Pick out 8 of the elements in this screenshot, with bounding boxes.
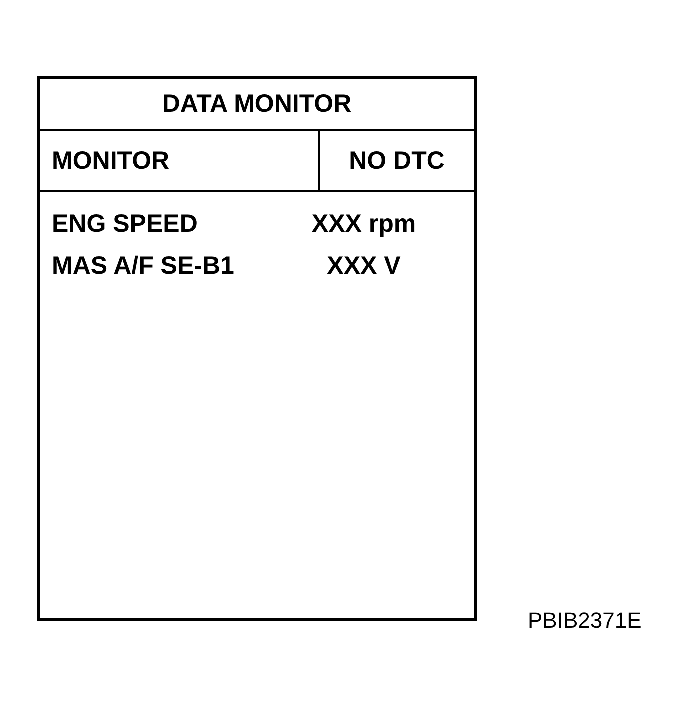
screen-title: DATA MONITOR (162, 89, 352, 119)
mode-label: MONITOR (52, 146, 170, 176)
item-name: MAS A/F SE-B1 (52, 251, 236, 281)
item-name: ENG SPEED (52, 209, 199, 239)
item-value: XXX V (327, 251, 401, 281)
item-value: XXX rpm (312, 209, 416, 239)
status-label: NO DTC (349, 146, 445, 176)
figure-code: PBIB2371E (528, 608, 642, 634)
